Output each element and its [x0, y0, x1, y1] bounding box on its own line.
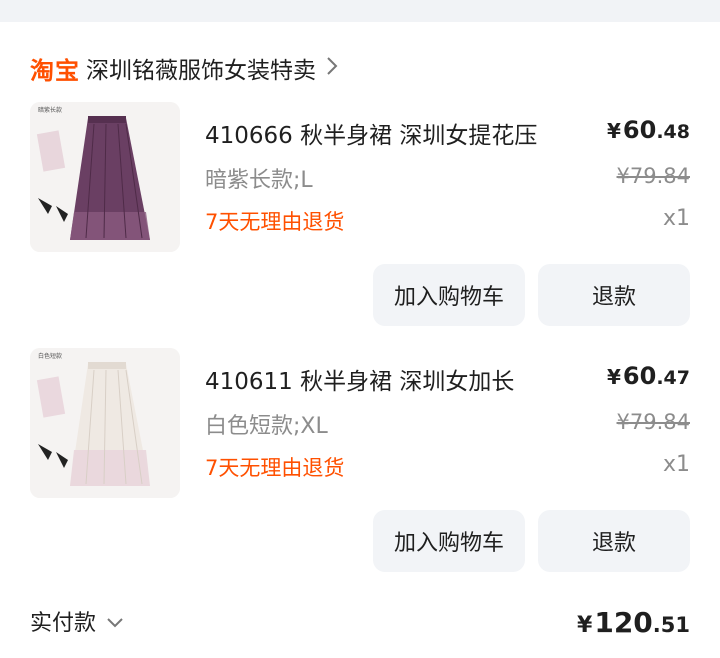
chevron-down-icon[interactable]	[106, 609, 124, 634]
price-decimal: .48	[656, 121, 690, 143]
shop-name[interactable]: 深圳铭薇服饰女装特卖	[86, 51, 316, 85]
product-variant: 白色短款;XL	[205, 414, 328, 439]
original-price: ¥79.84	[616, 164, 690, 188]
price-integer: 60	[622, 362, 657, 390]
taobao-logo: 淘宝	[30, 56, 80, 85]
item-quantity: x1	[662, 206, 690, 231]
payment-summary-toggle[interactable]: 实付款	[30, 605, 124, 637]
thumb-caption: 白色短款	[38, 352, 62, 360]
product-thumbnail[interactable]: 暗紫长款	[30, 102, 180, 252]
item-price: ¥60.47	[607, 362, 690, 390]
original-price: ¥79.84	[616, 410, 690, 434]
thumb-caption: 暗紫长款	[38, 106, 62, 114]
refund-button[interactable]: 退款	[538, 264, 690, 326]
total-currency: ¥	[577, 613, 593, 638]
order-item: 白色短款 410611 秋半身裙 深圳女加长 白色短款;XL 7天无理由退货 ¥…	[0, 348, 720, 578]
shop-header[interactable]: 淘宝 深圳铭薇服饰女装特卖	[30, 50, 338, 86]
item-price: ¥60.48	[607, 116, 690, 144]
return-policy-label: 7天无理由退货	[205, 456, 345, 480]
order-item: 暗紫长款 410666 秋半身裙 深圳女提花压 暗紫长款;L 7天无理由退货 ¥…	[0, 102, 720, 332]
price-currency: ¥	[607, 119, 621, 143]
order-card: 淘宝 深圳铭薇服饰女装特卖 暗紫长款 410666 秋半身裙 深圳女提花压 暗紫…	[0, 22, 720, 658]
price-currency: ¥	[607, 365, 621, 389]
product-title[interactable]: 410611 秋半身裙 深圳女加长	[205, 362, 585, 396]
total-integer: 120	[594, 606, 653, 639]
add-to-cart-button[interactable]: 加入购物车	[373, 264, 525, 326]
chevron-right-icon[interactable]	[326, 56, 338, 80]
total-amount: ¥120.51	[577, 606, 690, 639]
refund-button[interactable]: 退款	[538, 510, 690, 572]
price-integer: 60	[622, 116, 657, 144]
product-variant: 暗紫长款;L	[205, 168, 313, 193]
return-policy-label: 7天无理由退货	[205, 210, 345, 234]
item-quantity: x1	[662, 452, 690, 477]
product-thumbnail[interactable]: 白色短款	[30, 348, 180, 498]
add-to-cart-button[interactable]: 加入购物车	[373, 510, 525, 572]
actual-payment-label: 实付款	[30, 611, 97, 636]
product-title[interactable]: 410666 秋半身裙 深圳女提花压	[205, 116, 585, 150]
total-decimal: .51	[652, 613, 690, 637]
top-divider	[0, 0, 720, 22]
price-decimal: .47	[656, 367, 690, 389]
